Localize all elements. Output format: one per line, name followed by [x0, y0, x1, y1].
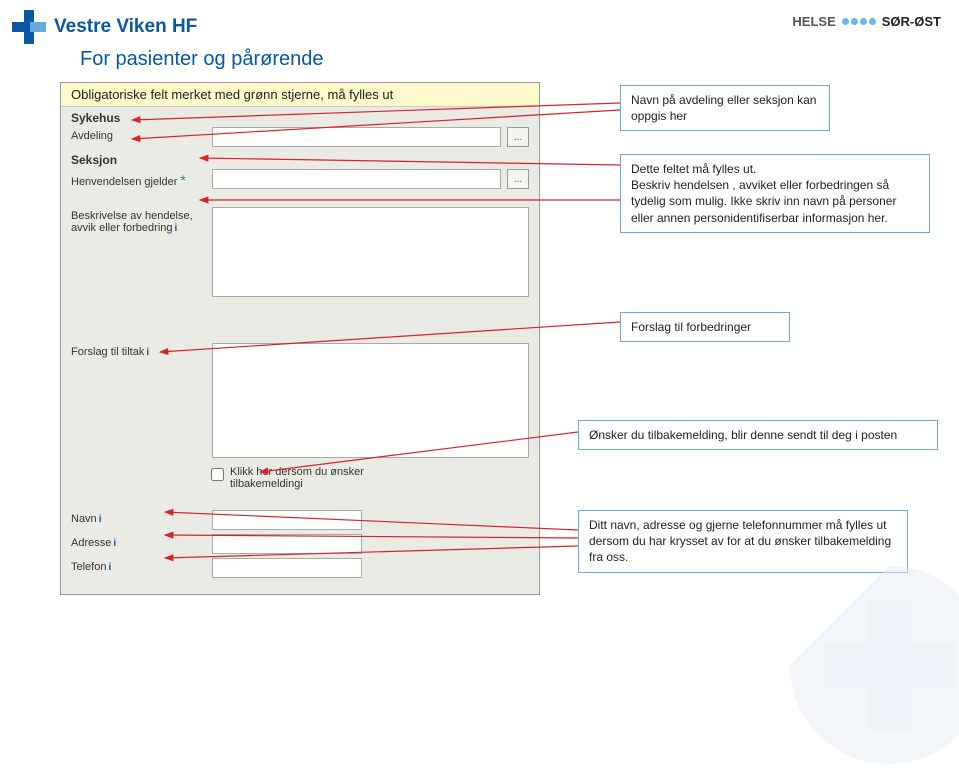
bg-decoration: [759, 555, 959, 775]
callout-beskrivelse: Dette feltet må fylles ut. Beskriv hende…: [620, 154, 930, 233]
form-panel: Obligatoriske felt merket med grønn stje…: [60, 82, 540, 595]
adresse-input[interactable]: [212, 534, 362, 554]
label-avdeling: Avdeling: [71, 127, 206, 142]
helse-label: HELSE: [792, 14, 835, 29]
callout-forslag: Forslag til forbedringer: [620, 312, 790, 342]
page-title: For pasienter og pårørende: [80, 48, 323, 71]
section-sykehus: Sykehus: [61, 107, 539, 125]
tilbakemelding-checkbox[interactable]: [211, 468, 224, 481]
checkbox-label: Klikk her dersom du ønsker tilbakemeldin…: [230, 466, 390, 490]
label-telefon: Telefoni: [71, 558, 206, 573]
navn-input[interactable]: [212, 510, 362, 530]
cross-icon: [12, 10, 46, 44]
beskrivelse-textarea[interactable]: [212, 207, 529, 297]
label-beskrivelse: Beskrivelse av hendelse, avvik eller for…: [71, 207, 206, 234]
brand-name: Vestre Viken HF: [54, 16, 197, 38]
avdeling-lookup-button[interactable]: ...: [507, 127, 529, 147]
telefon-input[interactable]: [212, 558, 362, 578]
henvendelse-lookup-button[interactable]: ...: [507, 169, 529, 189]
dots-icon: [842, 18, 876, 25]
label-forslag: Forslag til tiltaki: [71, 343, 206, 358]
callout-avdeling: Navn på avdeling eller seksjon kan oppgi…: [620, 85, 830, 131]
callout-tilbakemelding: Ønsker du tilbakemelding, blir denne sen…: [578, 420, 938, 450]
partner-logo: HELSE SØR-ØST: [792, 14, 941, 29]
label-henvendelse: Henvendelsen gjelder*: [71, 169, 206, 188]
sorost-label: SØR-ØST: [882, 14, 941, 29]
section-seksjon: Seksjon: [61, 149, 539, 167]
label-navn: Navni: [71, 510, 206, 525]
mandatory-banner: Obligatoriske felt merket med grønn stje…: [61, 83, 539, 107]
brand-logo: Vestre Viken HF: [12, 10, 197, 44]
forslag-textarea[interactable]: [212, 343, 529, 458]
label-adresse: Adressei: [71, 534, 206, 549]
avdeling-input[interactable]: [212, 127, 501, 147]
henvendelse-input[interactable]: [212, 169, 501, 189]
